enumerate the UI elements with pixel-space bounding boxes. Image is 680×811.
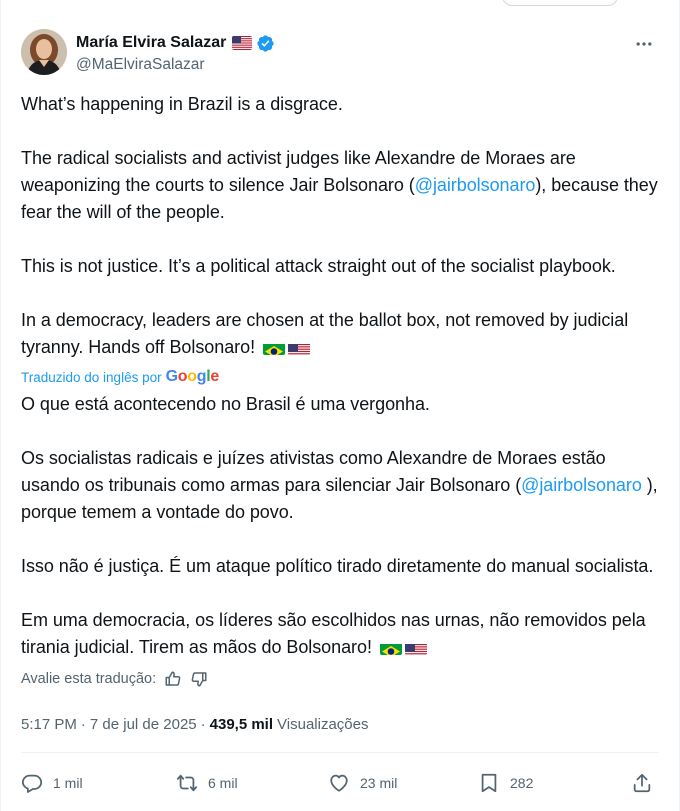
post-text-translation: O que está acontecendo no Brasil é uma v… <box>21 391 666 661</box>
paragraph: O que está acontecendo no Brasil é uma v… <box>21 394 430 414</box>
rate-translation: Avalie esta tradução: <box>21 668 208 690</box>
translated-by-label: Traduzido do inglês por <box>21 369 162 385</box>
meta-separator: · <box>80 715 86 733</box>
repost-icon <box>176 774 198 792</box>
translated-by-google[interactable]: Traduzido do inglês por Google <box>21 367 219 387</box>
thumbs-up-icon[interactable] <box>164 670 182 688</box>
more-options-icon[interactable] <box>634 34 654 54</box>
mention-link[interactable]: @jairbolsonaro <box>521 475 642 495</box>
thumbs-down-icon[interactable] <box>190 670 208 688</box>
post-date[interactable]: 7 de jul de 2025 <box>90 716 197 733</box>
post-card: María Elvira Salazar @MaElviraSalazar Wh… <box>0 0 680 811</box>
author-handle[interactable]: @MaElviraSalazar <box>76 56 275 74</box>
paragraph: Isso não é justiça. É um ataque político… <box>21 556 654 576</box>
action-bar: 1 mil 6 mil 23 mil 282 <box>21 766 659 800</box>
post-header: María Elvira Salazar @MaElviraSalazar <box>21 29 659 79</box>
views-label: Visualizações <box>277 715 369 733</box>
post-time[interactable]: 5:17 PM <box>21 716 77 733</box>
brazil-flag-icon <box>379 640 402 655</box>
rate-translation-label: Avalie esta tradução: <box>21 671 157 687</box>
usa-flag-icon <box>404 640 427 655</box>
views-count: 439,5 mil <box>209 715 274 733</box>
divider <box>21 752 659 753</box>
reply-count: 1 mil <box>53 775 83 791</box>
top-pill-button[interactable] <box>502 0 618 6</box>
paragraph: Os socialistas radicais e juízes ativist… <box>21 448 658 522</box>
brazil-flag-icon <box>262 340 285 355</box>
like-button[interactable]: 23 mil <box>328 772 478 794</box>
paragraph: What’s happening in Brazil is a disgrace… <box>21 94 343 114</box>
bookmark-icon <box>481 773 497 793</box>
paragraph: In a democracy, leaders are chosen at th… <box>21 310 629 357</box>
share-icon <box>633 773 651 793</box>
post-text-original: What’s happening in Brazil is a disgrace… <box>21 91 666 361</box>
bookmark-count: 282 <box>510 775 534 791</box>
post-meta: 5:17 PM · 7 de jul de 2025 · 439,5 mil V… <box>21 713 368 735</box>
share-button[interactable] <box>631 772 653 794</box>
reply-icon <box>21 774 43 793</box>
verified-badge-icon <box>257 34 274 52</box>
paragraph: Em uma democracia, os líderes são escolh… <box>21 610 646 657</box>
meta-separator: · <box>200 715 206 733</box>
repost-button[interactable]: 6 mil <box>176 772 328 794</box>
reply-button[interactable]: 1 mil <box>21 772 176 794</box>
like-count: 23 mil <box>360 775 398 791</box>
paragraph: The radical socialists and activist judg… <box>21 148 658 222</box>
mention-link[interactable]: @jairbolsonaro <box>415 175 536 195</box>
heart-icon <box>330 774 348 792</box>
avatar[interactable] <box>21 29 67 75</box>
repost-count: 6 mil <box>208 775 238 791</box>
google-logo: Google <box>165 368 220 385</box>
usa-flag-icon <box>287 340 310 355</box>
usa-flag-icon <box>232 36 253 50</box>
paragraph: This is not justice. It’s a political at… <box>21 256 616 276</box>
author-name[interactable]: María Elvira Salazar <box>76 34 226 52</box>
bookmark-button[interactable]: 282 <box>478 772 631 794</box>
